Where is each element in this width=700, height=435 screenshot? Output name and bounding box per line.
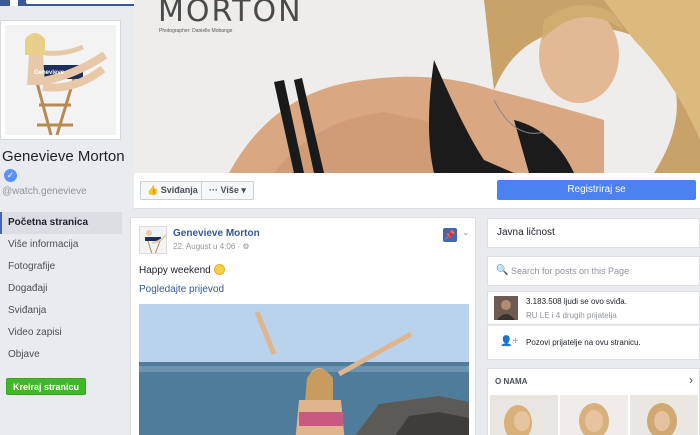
about-photos-strip[interactable] (490, 395, 698, 435)
search-icon: 🔍 (496, 265, 509, 276)
page-search-placeholder: Search for posts on this Page (511, 266, 630, 276)
about-header: O NAMA (495, 377, 528, 386)
like-page-label: Sviđanja (160, 185, 198, 195)
page-username[interactable]: @watch.genevieve (2, 186, 87, 197)
nav-item-home[interactable]: Početna stranica (0, 212, 122, 234)
post-text-content: Happy weekend (139, 265, 211, 276)
pin-icon[interactable]: 📌 (443, 228, 457, 242)
post-text: Happy weekend (139, 264, 225, 276)
friend-avatar[interactable] (494, 296, 518, 320)
chevron-right-icon[interactable]: › (689, 373, 693, 387)
more-dots-icon: ··· (209, 185, 218, 195)
post-timestamp[interactable]: 22. August u 4:06 · ⚙ (173, 242, 250, 251)
about-photos-illustration (490, 395, 698, 435)
more-label: Više (220, 185, 239, 195)
about-section: O NAMA › (487, 368, 700, 435)
page-name[interactable]: Genevieve Morton ✓ (2, 148, 127, 184)
add-friend-icon: 👤+ (500, 336, 519, 347)
post-options-chevron-icon[interactable]: ⌄ (462, 227, 470, 238)
profile-picture[interactable]: Genevieve (0, 20, 121, 140)
friends-like-text[interactable]: RU LE i 4 drugih prijatelja (526, 311, 617, 320)
see-translation-link[interactable]: Pogledajte prijevod (139, 284, 224, 295)
post-author-name[interactable]: Genevieve Morton (173, 228, 260, 239)
nav-item-events[interactable]: Događaji (0, 278, 122, 300)
post-photo[interactable] (139, 304, 469, 435)
invite-friends-link[interactable]: Pozovi prijatelje na ovu stranicu. (526, 338, 641, 347)
facebook-logo-icon[interactable] (10, 0, 18, 6)
create-page-button[interactable]: Kreiraj stranicu (6, 378, 87, 395)
profile-photo: Genevieve (5, 25, 116, 135)
cover-credit: Photographer: Danielle Mobange (159, 28, 233, 34)
beach-photo-illustration (139, 304, 469, 435)
smile-emoji-icon (213, 264, 225, 275)
page-likes-summary[interactable]: 3.183.508 ljudi se ovo sviđa. RU LE i 4 … (487, 291, 700, 325)
pinned-post: Genevieve Morton 22. August u 4:06 · ⚙ 📌… (130, 217, 476, 435)
post-avatar-illustration (140, 227, 166, 253)
cover-photo[interactable]: MORTON Photographer: Danielle Mobange (134, 0, 700, 173)
friend-avatar-illustration (494, 296, 518, 320)
profile-photo-illustration (5, 25, 116, 135)
register-button[interactable]: Registriraj se (497, 180, 696, 200)
nav-item-videos[interactable]: Video zapisi (0, 322, 122, 344)
verified-badge-icon: ✓ (4, 169, 17, 182)
thumbs-up-icon: 👍 (147, 185, 159, 195)
chair-label: Genevieve (34, 70, 65, 76)
more-button[interactable]: ··· Više ▾ (201, 181, 254, 200)
page-category[interactable]: Javna ličnost (487, 218, 700, 248)
nav-item-likes[interactable]: Sviđanja (0, 300, 122, 322)
post-author-avatar[interactable] (139, 226, 167, 254)
nav-item-about[interactable]: Više informacija (0, 234, 122, 256)
page-action-bar: 👍 Sviđanja ··· Više ▾ Registriraj se (134, 173, 700, 209)
page-name-text: Genevieve Morton (2, 148, 125, 165)
likes-count: 3.183.508 ljudi se ovo sviđa. (526, 297, 627, 306)
page-search-box[interactable]: 🔍 Search for posts on this Page (487, 256, 700, 286)
chevron-down-icon: ▾ (241, 185, 246, 195)
invite-friends-row[interactable]: 👤+ Pozovi prijatelje na ovu stranicu. (487, 326, 700, 360)
nav-item-photos[interactable]: Fotografije (0, 256, 122, 278)
page-navigation: Početna stranica Više informacija Fotogr… (0, 212, 122, 366)
nav-item-posts[interactable]: Objave (0, 344, 122, 366)
cover-title: MORTON (158, 0, 303, 29)
like-page-button[interactable]: 👍 Sviđanja (140, 181, 206, 200)
